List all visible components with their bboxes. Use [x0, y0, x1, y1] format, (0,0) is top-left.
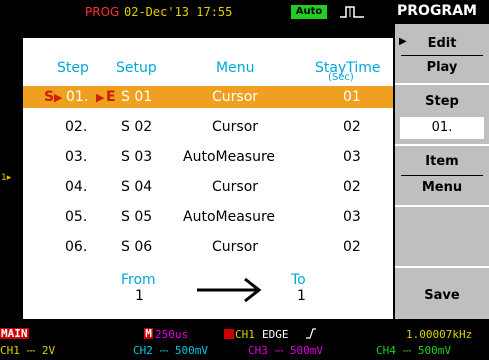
row-setup: S 04	[121, 179, 153, 195]
header-staytime-unit: (Sec)	[328, 72, 354, 83]
ch1-scale: CH1 ⎓ 2V	[0, 344, 56, 357]
row-step: 02.	[65, 119, 88, 135]
row-step: 04.	[65, 179, 88, 195]
row-setup: S 01	[121, 89, 153, 105]
from-label: From	[121, 272, 156, 288]
edit-play-softkey[interactable]: ▶ Edit Play	[395, 24, 489, 82]
header-menu: Menu	[216, 60, 255, 76]
table-row[interactable]: 06. S 06 Cursor 02	[23, 236, 393, 258]
row-menu: Cursor	[212, 89, 259, 105]
trigger-type: EDGE	[262, 328, 289, 341]
softkey-divider	[401, 55, 483, 56]
row-stay: 03	[343, 209, 361, 225]
status-bar: PROG 02-Dec'13 17:55 Auto PROGRAM	[0, 0, 489, 24]
row-menu: Cursor	[212, 239, 259, 255]
item-menu-softkey[interactable]: Item Menu	[395, 146, 489, 204]
softkey-divider	[401, 175, 483, 176]
row-stay: 02	[343, 119, 361, 135]
softkey-menu-label: Menu	[421, 180, 463, 195]
timebase-icon: M	[144, 327, 153, 340]
row-step: 03.	[65, 149, 88, 165]
table-row[interactable]: 04. S 04 Cursor 02	[23, 176, 393, 198]
start-marker: S	[44, 89, 55, 105]
rising-edge-icon	[306, 328, 316, 339]
row-menu: AutoMeasure	[183, 209, 276, 225]
mode-label: PROG	[85, 5, 120, 19]
header-setup: Setup	[116, 60, 157, 76]
softkey-step: Step	[425, 94, 459, 109]
bottom-status-bar: MAIN M 250us CH1 EDGE 1.00007kHz CH1 ⎓ 2…	[0, 325, 489, 360]
to-value[interactable]: 1	[297, 288, 306, 304]
softkey-edit[interactable]: Edit	[395, 36, 489, 51]
softkey-save: Save	[424, 288, 460, 303]
datetime-label: 02-Dec'13 17:55	[124, 5, 233, 19]
ch3-scale: CH3 ⎓ 500mV	[248, 344, 324, 357]
softkey-item: Item	[425, 154, 459, 169]
step-value-box: 01.	[400, 117, 484, 139]
row-stay: 02	[343, 179, 361, 195]
end-marker: E	[106, 89, 116, 105]
row-step: 01.	[66, 89, 89, 105]
save-softkey[interactable]: Save	[395, 268, 489, 319]
row-step: 05.	[65, 209, 88, 225]
table-row[interactable]: S ▶ 01. ▶ E S 01 Cursor 01	[23, 86, 393, 108]
table-row[interactable]: 05. S 05 AutoMeasure 03	[23, 206, 393, 228]
row-step: 06.	[65, 239, 88, 255]
row-stay: 03	[343, 149, 361, 165]
program-table: Step Setup Menu StayTime (Sec) S ▶ 01. ▶…	[23, 38, 393, 319]
row-menu: AutoMeasure	[183, 149, 276, 165]
main-badge: MAIN	[0, 327, 29, 340]
table-row[interactable]: 02. S 02 Cursor 02	[23, 116, 393, 138]
menu-title: PROGRAM	[397, 3, 477, 19]
timebase-value: 250us	[155, 328, 189, 341]
row-setup: S 03	[121, 149, 153, 165]
empty-softkey[interactable]	[395, 207, 489, 265]
row-setup: S 06	[121, 239, 153, 255]
softkey-play[interactable]: Play	[395, 60, 489, 75]
acquire-badge: Auto	[291, 5, 327, 19]
row-menu: Cursor	[212, 179, 259, 195]
row-stay: 02	[343, 239, 361, 255]
trigger-edge-icon	[340, 6, 364, 18]
step-softkey[interactable]: Step 01.	[395, 85, 489, 143]
ch2-scale: CH2 ⎓ 500mV	[133, 344, 209, 357]
end-marker-icon: ▶	[96, 91, 105, 104]
row-menu: Cursor	[212, 119, 259, 135]
from-value[interactable]: 1	[135, 288, 144, 304]
start-marker-icon: ▶	[54, 91, 63, 104]
trigger-source: CH1	[235, 328, 255, 341]
to-label: To	[291, 272, 306, 288]
trigger-icon	[224, 329, 234, 339]
arrow-right-icon	[197, 277, 262, 303]
step-value: 01.	[431, 120, 453, 135]
row-setup: S 05	[121, 209, 153, 225]
trigger-level-marker-icon: 1▸	[1, 173, 12, 183]
row-stay: 01	[343, 89, 361, 105]
ch4-scale: CH4 ⎓ 500mV	[376, 344, 452, 357]
table-row[interactable]: 03. S 03 AutoMeasure 03	[23, 146, 393, 168]
frequency-readout: 1.00007kHz	[406, 328, 473, 341]
header-step: Step	[57, 60, 89, 76]
softkey-menu: ▶ Edit Play Step 01. Item Menu Save	[395, 24, 489, 319]
row-setup: S 02	[121, 119, 153, 135]
